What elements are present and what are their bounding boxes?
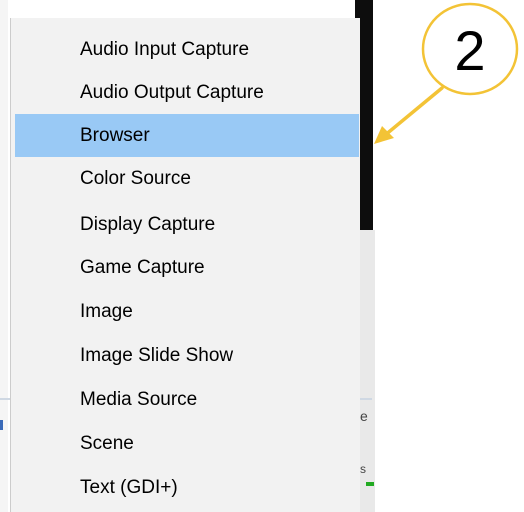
menu-item-scene[interactable]: Scene <box>15 422 359 465</box>
menu-item-image-slide-show[interactable]: Image Slide Show <box>15 334 359 377</box>
menu-item-display-capture[interactable]: Display Capture <box>15 203 359 246</box>
pointer-arrow-icon <box>374 86 444 144</box>
menu-item-text-gdi[interactable]: Text (GDI+) <box>15 466 359 509</box>
add-source-context-menu: Audio Input Capture Audio Output Capture… <box>10 18 360 512</box>
app-background-left <box>0 0 8 512</box>
menu-item-browser[interactable]: Browser <box>15 114 359 157</box>
background-text-fragment: s <box>360 462 366 476</box>
menu-item-media-source[interactable]: Media Source <box>15 378 359 421</box>
background-accent <box>0 420 3 430</box>
menu-item-color-source[interactable]: Color Source <box>15 157 359 200</box>
menu-item-game-capture[interactable]: Game Capture <box>15 246 359 289</box>
menu-item-audio-output-capture[interactable]: Audio Output Capture <box>15 71 359 114</box>
background-level-indicator <box>366 482 374 486</box>
menu-item-audio-input-capture[interactable]: Audio Input Capture <box>15 28 359 71</box>
background-text-fragment: e <box>360 408 368 424</box>
menu-item-image[interactable]: Image <box>15 290 359 333</box>
